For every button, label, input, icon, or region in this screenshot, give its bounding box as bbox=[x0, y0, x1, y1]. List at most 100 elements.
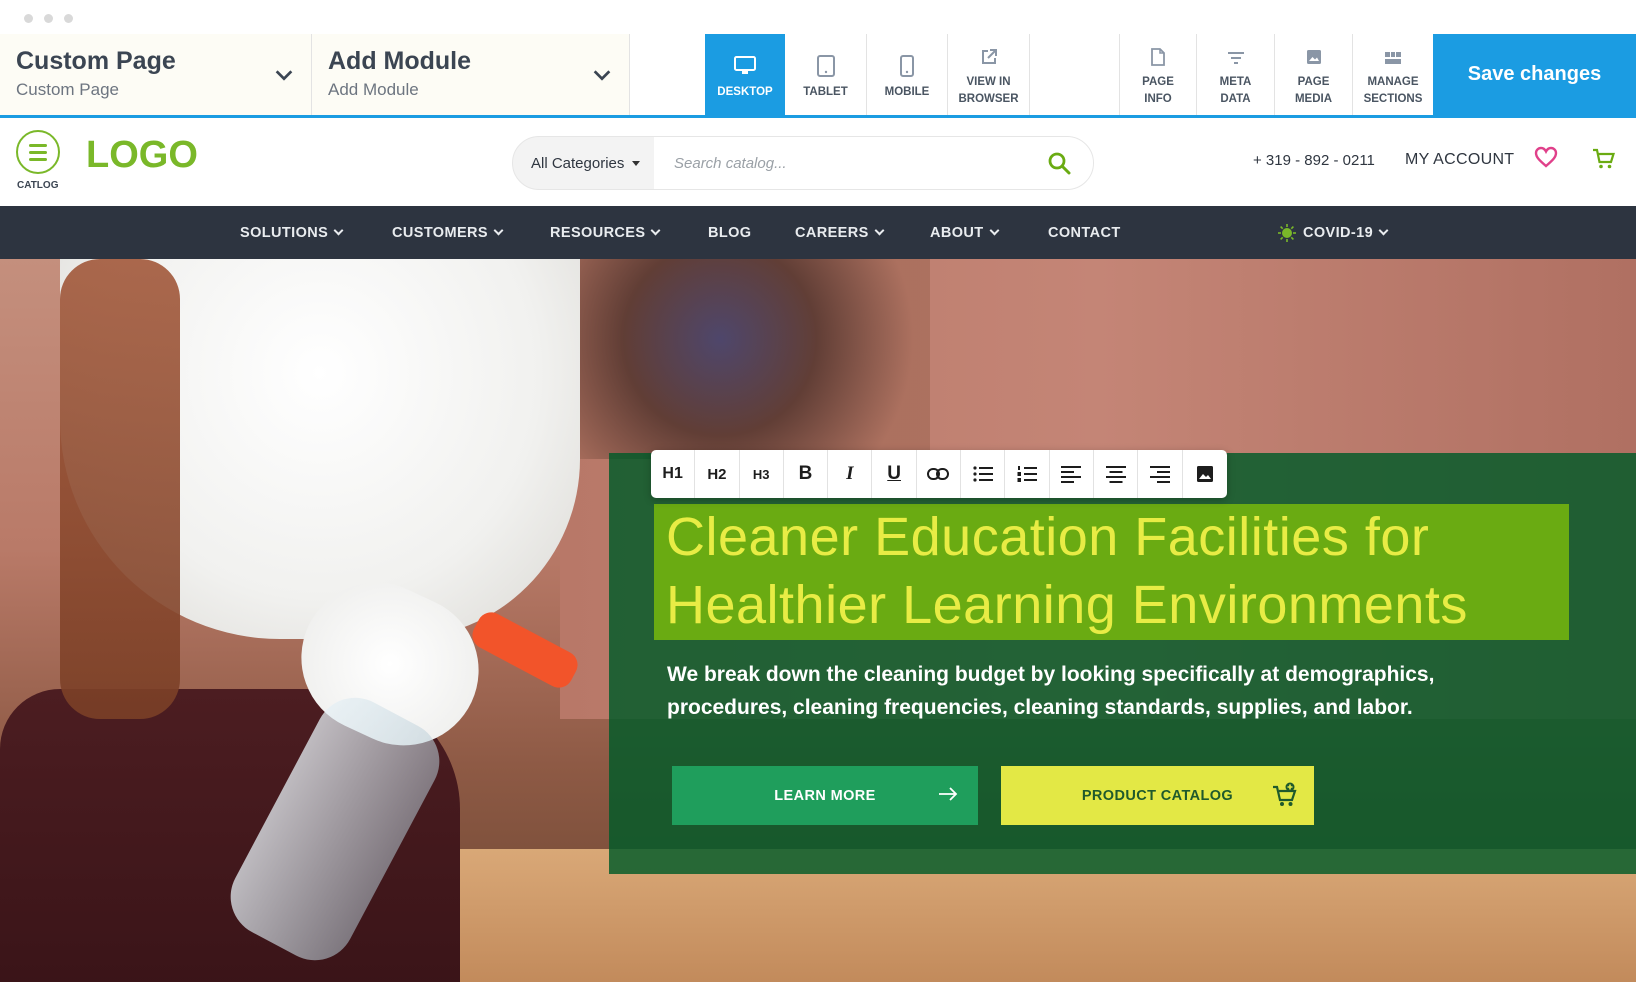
add-module-subtitle: Add Module bbox=[328, 80, 419, 99]
view-in-browser-label-2: BROWSER bbox=[958, 93, 1019, 105]
format-bold-button[interactable]: B bbox=[784, 450, 829, 498]
chevron-down-icon bbox=[651, 225, 661, 236]
add-module-dropdown[interactable]: Add Module Add Module bbox=[312, 34, 630, 115]
view-desktop-button[interactable]: DESKTOP bbox=[705, 34, 785, 115]
format-underline-button[interactable]: U bbox=[872, 450, 917, 498]
my-account-link[interactable]: MY ACCOUNT bbox=[1405, 151, 1514, 169]
format-h1-button[interactable]: H1 bbox=[651, 450, 696, 498]
learn-more-button[interactable]: LEARN MORE bbox=[672, 766, 978, 825]
link-icon bbox=[927, 468, 950, 480]
main-navigation: SOLUTIONS CUSTOMERS RESOURCES BLOG CAREE… bbox=[0, 206, 1636, 259]
tablet-icon bbox=[816, 55, 835, 77]
caret-down-icon bbox=[632, 160, 641, 166]
align-right-icon bbox=[1149, 466, 1170, 483]
catalog-label: CATLOG bbox=[17, 180, 59, 191]
nav-item-label: BLOG bbox=[708, 224, 752, 241]
desktop-icon bbox=[734, 56, 756, 74]
window-dot bbox=[64, 14, 73, 23]
catalog-menu-button[interactable] bbox=[16, 130, 60, 174]
search-icon[interactable] bbox=[1047, 151, 1071, 175]
site-logo[interactable]: LOGO bbox=[86, 134, 198, 177]
chevron-down-icon bbox=[1378, 225, 1389, 236]
format-link-button[interactable] bbox=[917, 450, 962, 498]
heart-icon[interactable] bbox=[1534, 146, 1558, 168]
nav-item-resources[interactable]: RESOURCES bbox=[550, 206, 661, 259]
learn-more-label: LEARN MORE bbox=[774, 787, 876, 804]
save-changes-button[interactable]: Save changes bbox=[1433, 34, 1636, 115]
window-dot bbox=[24, 14, 33, 23]
format-bullet-list-button[interactable] bbox=[961, 450, 1006, 498]
nav-item-label: CAREERS bbox=[795, 224, 869, 241]
view-tablet-button[interactable]: TABLET bbox=[785, 34, 867, 115]
category-select[interactable]: All Categories bbox=[513, 137, 654, 189]
filter-icon bbox=[1227, 52, 1244, 64]
view-in-browser-label-1: VIEW IN bbox=[966, 76, 1011, 88]
nav-item-solutions[interactable]: SOLUTIONS bbox=[240, 206, 344, 259]
nav-item-about[interactable]: ABOUT bbox=[930, 206, 1000, 259]
nav-item-covid[interactable]: COVID-19 bbox=[1277, 206, 1389, 259]
cart-add-icon bbox=[1273, 782, 1297, 806]
hero-description[interactable]: We break down the cleaning budget by loo… bbox=[667, 658, 1547, 724]
align-center-icon bbox=[1105, 466, 1126, 483]
chevron-down-icon bbox=[493, 225, 504, 236]
window-dot bbox=[44, 14, 53, 23]
search-bar: All Categories bbox=[512, 136, 1094, 190]
nav-item-blog[interactable]: BLOG bbox=[708, 206, 752, 259]
nav-item-customers[interactable]: CUSTOMERS bbox=[392, 206, 504, 259]
product-catalog-label: PRODUCT CATALOG bbox=[1081, 787, 1234, 804]
nav-item-careers[interactable]: CAREERS bbox=[795, 206, 885, 259]
sections-icon bbox=[1385, 52, 1401, 64]
add-module-title: Add Module bbox=[328, 47, 472, 75]
format-align-right-button[interactable] bbox=[1138, 450, 1183, 498]
format-numbered-list-button[interactable] bbox=[1005, 450, 1050, 498]
page-media-button[interactable]: PAGE MEDIA bbox=[1275, 34, 1353, 115]
format-align-center-button[interactable] bbox=[1094, 450, 1139, 498]
nav-item-label: SOLUTIONS bbox=[240, 224, 329, 241]
manage-sections-label-1: MANAGE bbox=[1367, 76, 1419, 88]
bullet-list-icon bbox=[973, 466, 993, 482]
format-italic-button[interactable]: I bbox=[828, 450, 873, 498]
nav-item-contact[interactable]: CONTACT bbox=[1048, 206, 1121, 259]
format-h3-button[interactable]: H3 bbox=[740, 450, 784, 498]
product-catalog-button[interactable]: PRODUCT CATALOG bbox=[1001, 766, 1314, 825]
window-titlebar bbox=[0, 0, 1636, 34]
manage-sections-label-2: SECTIONS bbox=[1363, 93, 1423, 105]
nav-item-label: CUSTOMERS bbox=[392, 224, 488, 241]
hero-background-mural bbox=[580, 259, 930, 459]
nav-item-label: CONTACT bbox=[1048, 224, 1121, 241]
view-mobile-label: MOBILE bbox=[884, 86, 930, 98]
page-icon bbox=[1151, 48, 1165, 66]
format-align-left-button[interactable] bbox=[1050, 450, 1094, 498]
format-insert-image-button[interactable] bbox=[1183, 450, 1227, 498]
view-mobile-button[interactable]: MOBILE bbox=[867, 34, 948, 115]
chevron-down-icon bbox=[593, 70, 611, 81]
view-tablet-label: TABLET bbox=[803, 86, 848, 98]
category-select-value: All Categories bbox=[531, 154, 625, 172]
site-header: CATLOG LOGO All Categories + 319 - 892 -… bbox=[0, 118, 1636, 206]
view-in-browser-button[interactable]: VIEW IN BROWSER bbox=[948, 34, 1030, 115]
format-h2-button[interactable]: H2 bbox=[695, 450, 740, 498]
meta-data-label-1: META bbox=[1219, 76, 1252, 88]
nav-item-label: RESOURCES bbox=[550, 224, 646, 241]
meta-data-label-2: DATA bbox=[1220, 93, 1251, 105]
chevron-down-icon bbox=[874, 225, 885, 236]
image-icon bbox=[1306, 50, 1321, 64]
external-link-icon bbox=[981, 49, 997, 64]
numbered-list-icon bbox=[1017, 466, 1038, 482]
page-select-dropdown[interactable]: Custom Page Custom Page bbox=[0, 34, 312, 115]
page-info-label-1: PAGE bbox=[1142, 76, 1174, 88]
editor-toolbar: Custom Page Custom Page Add Module Add M… bbox=[0, 34, 1636, 118]
manage-sections-button[interactable]: MANAGE SECTIONS bbox=[1353, 34, 1433, 115]
hero-photo-hair bbox=[60, 259, 180, 719]
cart-icon[interactable] bbox=[1592, 148, 1616, 170]
meta-data-button[interactable]: META DATA bbox=[1197, 34, 1275, 115]
arrow-right-icon bbox=[939, 787, 958, 801]
page-info-button[interactable]: PAGE INFO bbox=[1119, 34, 1197, 115]
text-format-toolbar: H1 H2 H3 B I U bbox=[651, 450, 1227, 498]
hero-headline[interactable]: Cleaner Education Facilities for Healthi… bbox=[666, 503, 1566, 639]
search-input[interactable] bbox=[654, 137, 1093, 189]
phone-number[interactable]: + 319 - 892 - 0211 bbox=[1253, 152, 1375, 169]
align-left-icon bbox=[1061, 466, 1082, 483]
page-select-title: Custom Page bbox=[16, 47, 176, 75]
page-media-label-2: MEDIA bbox=[1294, 93, 1333, 105]
